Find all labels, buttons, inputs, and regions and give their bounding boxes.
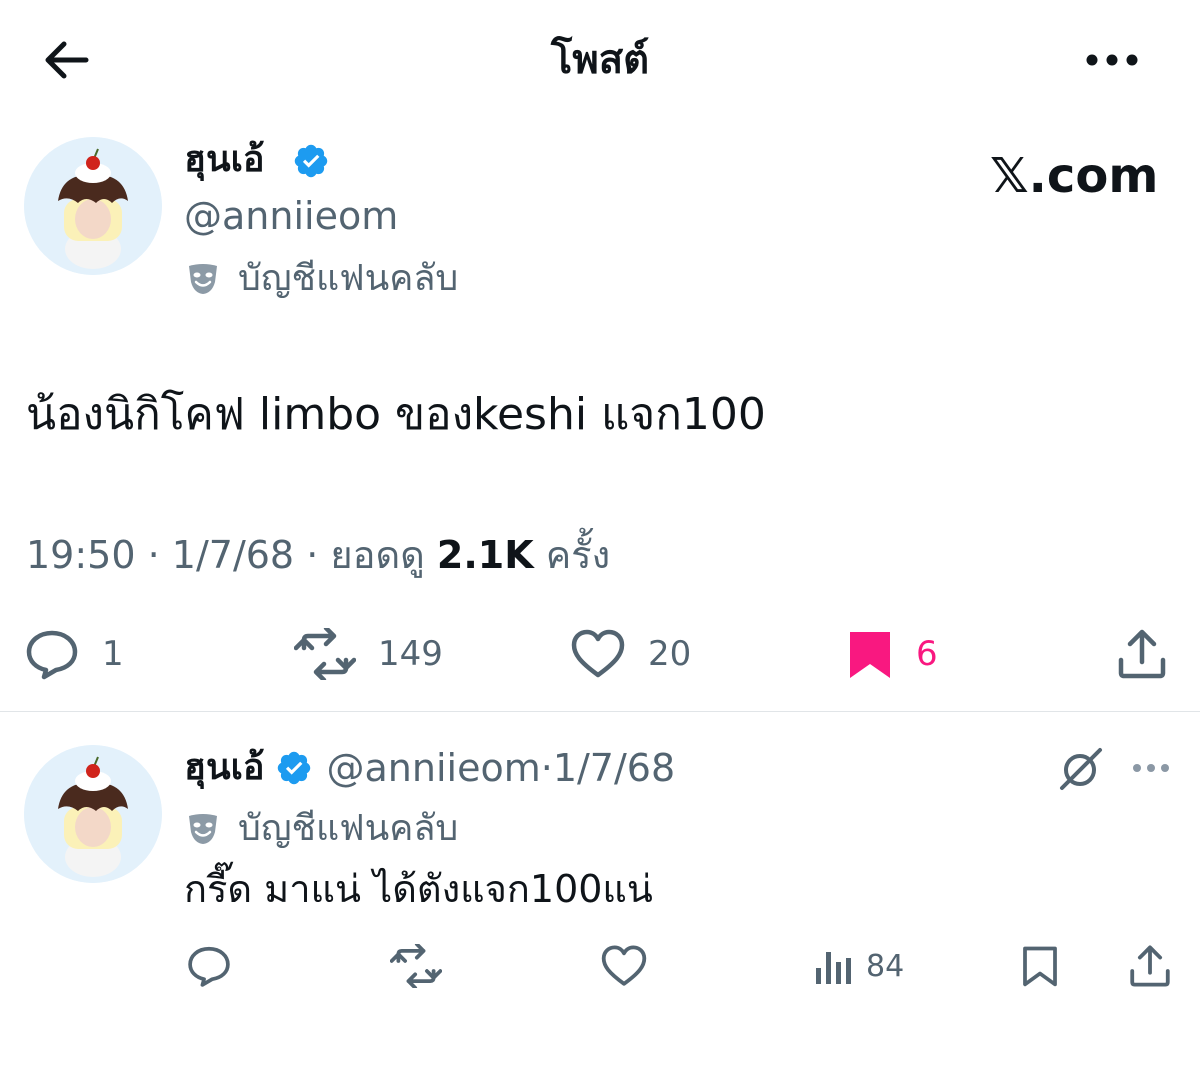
reply-more-button[interactable] [1130, 756, 1172, 780]
reply-date[interactable]: 1/7/68 [553, 744, 675, 792]
theater-mask-icon [189, 264, 217, 294]
share-button[interactable] [1116, 628, 1168, 680]
bookmark-count: 6 [916, 634, 938, 674]
views-suffix: ครั้ง [545, 533, 611, 577]
meta-separator: · [540, 746, 553, 790]
bookmark-icon [1023, 946, 1057, 987]
verified-icon [294, 144, 328, 178]
post-text: น้องนิกิโคฟ limbo ของkeshi แจก100 [26, 389, 766, 440]
post-meta: 19:50 · 1/7/68 · ยอดดู 2.1K ครั้ง [26, 530, 610, 580]
repost-icon [390, 944, 442, 988]
grok-button[interactable] [1058, 746, 1104, 792]
reply-avatar[interactable] [24, 745, 162, 883]
like-count: 20 [648, 634, 692, 674]
reply-handle[interactable]: @anniieom [327, 744, 541, 792]
reply-reply-button[interactable] [186, 944, 232, 988]
bookmark-button[interactable]: 6 [846, 628, 938, 680]
repost-count: 149 [378, 634, 443, 674]
views-prefix: ยอดดู [330, 533, 425, 577]
x-com-watermark: 𝕏.com [990, 148, 1159, 204]
avatar-pudding-image [24, 137, 162, 275]
fan-account-label: บัญชีแฟนคลับ [238, 808, 459, 849]
meta-separator: · [306, 533, 331, 577]
fan-account-badge [186, 262, 220, 296]
heart-icon [571, 629, 625, 678]
verified-icon [277, 751, 310, 785]
bookmark-filled-icon [850, 632, 890, 678]
page-title: โพสต์ [550, 37, 650, 83]
reply-bookmark-button[interactable] [1020, 944, 1060, 988]
reply-share-button[interactable] [1128, 944, 1172, 988]
reply-icon [188, 946, 230, 987]
repost-icon [294, 628, 356, 680]
theater-mask-icon [189, 814, 217, 844]
avatar[interactable] [24, 137, 162, 275]
more-horizontal-icon [1133, 764, 1169, 772]
reply-repost-button[interactable] [390, 944, 442, 988]
verified-badge [292, 142, 330, 180]
reply-views-count: 84 [866, 948, 905, 984]
reply-header: ฮุนเอ้ @anniieom · 1/7/68 [184, 744, 675, 792]
repost-button[interactable]: 149 [294, 628, 443, 680]
analytics-icon [816, 952, 851, 984]
share-icon [1118, 629, 1166, 679]
reply-icon [26, 630, 78, 680]
avatar-pudding-image [24, 745, 162, 883]
post-date[interactable]: 1/7/68 [172, 533, 294, 577]
fan-account-label: บัญชีแฟนคลับ [238, 258, 459, 299]
reply-views-button[interactable]: 84 [814, 946, 904, 986]
reply-like-button[interactable] [600, 944, 648, 988]
author-handle[interactable]: @anniieom [184, 192, 398, 240]
reply-author-name[interactable]: ฮุนเอ้ [184, 746, 265, 790]
reply-count: 1 [102, 634, 124, 674]
heart-icon [601, 945, 647, 986]
post-time[interactable]: 19:50 [26, 533, 136, 577]
share-icon [1130, 945, 1170, 987]
like-button[interactable]: 20 [570, 628, 691, 680]
divider [0, 711, 1200, 712]
more-horizontal-icon [1086, 54, 1138, 66]
grok-icon [1060, 748, 1102, 790]
reply-button[interactable]: 1 [24, 628, 124, 680]
reply-text: กรี๊ด มาแน่ ได้ตังแจก100แน่ [184, 867, 653, 911]
views-count[interactable]: 2.1K [437, 533, 534, 577]
fan-account-badge [186, 812, 220, 846]
more-options-button[interactable] [1080, 44, 1144, 76]
meta-separator: · [147, 533, 172, 577]
author-name[interactable]: ฮุนเอ้ [184, 138, 265, 182]
